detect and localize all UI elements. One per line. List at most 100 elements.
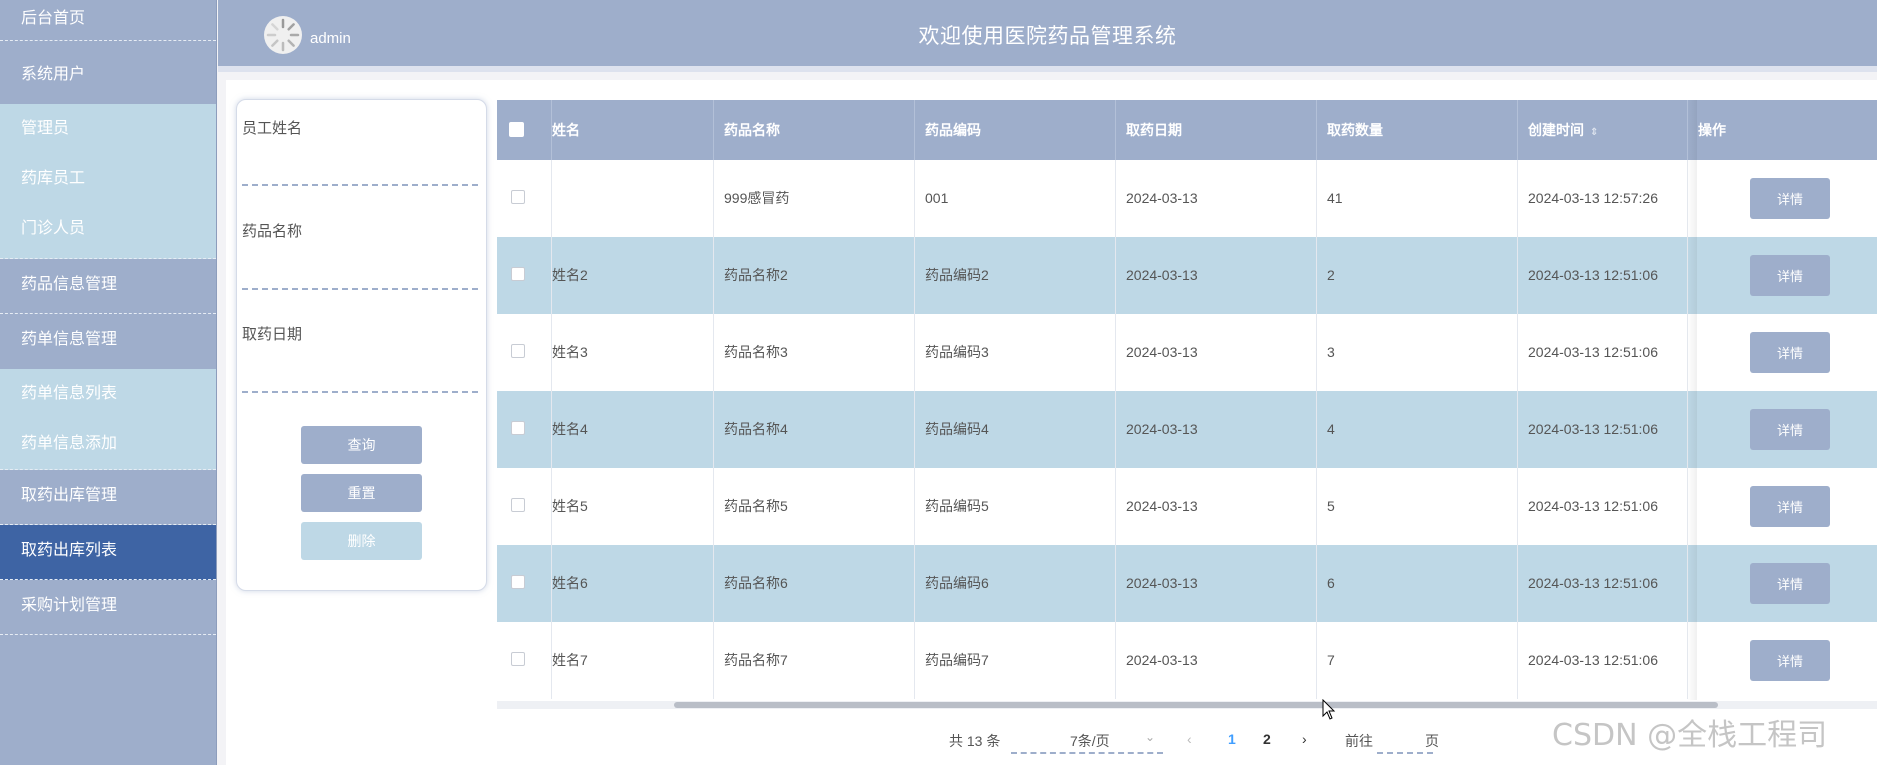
fixed-column-shadow (1687, 100, 1697, 700)
drug-name-input[interactable] (242, 256, 478, 286)
select-all-checkbox[interactable] (509, 122, 524, 137)
cell-date: 2024-03-13 (1116, 622, 1317, 699)
chevron-down-icon: ⌄ (1145, 730, 1156, 744)
detail-button[interactable]: 详情 (1750, 486, 1830, 527)
cell-drug-code: 001 (915, 160, 1116, 237)
table-row[interactable]: 姓名3 药品名称3 药品编码3 2024-03-13 3 2024-03-13 12:51… (497, 314, 1877, 391)
column-dispense-date[interactable]: 取药日期 (1116, 100, 1317, 160)
query-button[interactable]: 查询 (301, 426, 422, 464)
row-checkbox[interactable] (511, 575, 525, 589)
page-number-2[interactable]: 2 (1263, 731, 1271, 747)
cell-created: 2024-03-13 12:51:06 (1518, 468, 1688, 545)
table-row[interactable]: 999感冒药 001 2024-03-13 41 2024-03-13 12:57:26… (497, 160, 1877, 237)
sidebar-item-label: 系统用户 (21, 66, 86, 83)
detail-button[interactable]: 详情 (1750, 640, 1830, 681)
sidebar-subitem-clinic-staff[interactable]: 门诊人员 (0, 204, 216, 258)
sidebar-item-label: 采购计划管理 (21, 597, 118, 614)
horizontal-scrollbar-thumb[interactable] (674, 702, 1718, 708)
row-checkbox[interactable] (511, 190, 525, 204)
prev-page-icon[interactable]: ‹ (1187, 731, 1192, 747)
cell-created: 2024-03-13 12:57:26 (1518, 160, 1688, 237)
cell-date: 2024-03-13 (1116, 391, 1317, 468)
row-checkbox[interactable] (511, 652, 525, 666)
cell-drug-name: 药品名称5 (714, 468, 915, 545)
cell-created: 2024-03-13 12:51:06 (1518, 314, 1688, 391)
cell-created: 2024-03-13 12:51:06 (1518, 237, 1688, 314)
sidebar-item-label: 后台首页 (21, 10, 86, 27)
employee-name-input[interactable] (242, 152, 478, 182)
page-suffix: 页 (1425, 733, 1439, 749)
cell-qty: 41 (1317, 160, 1518, 237)
dispense-date-input[interactable] (242, 359, 478, 389)
table-header: 姓名 药品名称 药品编码 取药日期 取药数量 创建时间 ⇕ 操作 (497, 100, 1877, 160)
cell-drug-code: 药品编码3 (915, 314, 1116, 391)
sidebar-subitem-admin[interactable]: 管理员 (0, 104, 216, 154)
sidebar-item-system-users[interactable]: 系统用户 (0, 41, 216, 104)
row-checkbox[interactable] (511, 498, 525, 512)
cell-qty: 5 (1317, 468, 1518, 545)
delete-button[interactable]: 删除 (301, 522, 422, 560)
sidebar-submenu-orders: 药单信息列表 药单信息添加 (0, 369, 216, 470)
cell-employee: 姓名7 (552, 622, 714, 699)
header-select-cell (497, 100, 552, 160)
row-select-cell (497, 468, 552, 545)
employee-name-label: 员工姓名 (242, 120, 303, 137)
page-number-1[interactable]: 1 (1228, 731, 1236, 747)
cell-date: 2024-03-13 (1116, 314, 1317, 391)
sidebar-item-drug-info[interactable]: 药品信息管理 (0, 259, 216, 314)
reset-button[interactable]: 重置 (301, 474, 422, 512)
sort-icon[interactable]: ⇕ (1590, 103, 1598, 163)
cell-created: 2024-03-13 12:51:06 (1518, 545, 1688, 622)
sidebar-item-purchase-plan[interactable]: 采购计划管理 (0, 580, 216, 635)
cell-employee (552, 160, 714, 237)
sidebar-item-dispense-manage[interactable]: 取药出库管理 (0, 470, 216, 525)
column-employee-name[interactable]: 姓名 (552, 100, 714, 160)
cell-drug-name: 药品名称4 (714, 391, 915, 468)
top-header: admin 欢迎使用医院药品管理系统 (218, 0, 1877, 72)
row-select-cell (497, 622, 552, 699)
table-row[interactable]: 姓名5 药品名称5 药品编码5 2024-03-13 5 2024-03-13 12:51… (497, 468, 1877, 545)
sidebar-item-order-info[interactable]: 药单信息管理 (0, 314, 216, 369)
sidebar-subitem-label: 药库员工 (21, 170, 86, 187)
cell-qty: 7 (1317, 622, 1518, 699)
row-checkbox[interactable] (511, 344, 525, 358)
sidebar: 后台首页 系统用户 管理员 药库员工 门诊人员 药品信息管理 药单信息管理 药单… (0, 0, 217, 765)
sidebar-item-dispense-list[interactable]: 取药出库列表 (0, 525, 216, 580)
table-row[interactable]: 姓名4 药品名称4 药品编码4 2024-03-13 4 2024-03-13 12:51… (497, 391, 1877, 468)
column-drug-name[interactable]: 药品名称 (714, 100, 915, 160)
cell-date: 2024-03-13 (1116, 545, 1317, 622)
sidebar-item-label: 药品信息管理 (21, 276, 118, 293)
drug-name-label: 药品名称 (242, 223, 303, 240)
table-row[interactable]: 姓名7 药品名称7 药品编码7 2024-03-13 7 2024-03-13 12:51… (497, 622, 1877, 699)
pagination-total: 共 13 条 (949, 733, 1001, 749)
detail-button[interactable]: 详情 (1750, 563, 1830, 604)
cell-qty: 6 (1317, 545, 1518, 622)
column-dispense-qty[interactable]: 取药数量 (1317, 100, 1518, 160)
dispense-date-label: 取药日期 (242, 326, 303, 343)
sidebar-subitem-order-add[interactable]: 药单信息添加 (0, 419, 216, 469)
row-checkbox[interactable] (511, 267, 525, 281)
search-panel: 员工姓名 药品名称 取药日期 查询 重置 删除 (236, 99, 487, 591)
sidebar-subitem-pharmacy-staff[interactable]: 药库员工 (0, 154, 216, 204)
row-select-cell (497, 160, 552, 237)
page-size-select[interactable]: 7条/页 ⌄ (1011, 726, 1163, 754)
detail-button[interactable]: 详情 (1750, 178, 1830, 219)
column-drug-code[interactable]: 药品编码 (915, 100, 1116, 160)
dispense-date-underline (242, 391, 478, 393)
sidebar-subitem-order-list[interactable]: 药单信息列表 (0, 369, 216, 419)
watermark: CSDN @全栈工程司 (1552, 718, 1828, 753)
cell-drug-code: 药品编码4 (915, 391, 1116, 468)
data-table: 姓名 药品名称 药品编码 取药日期 取药数量 创建时间 ⇕ 操作 999感冒药 00… (497, 100, 1877, 710)
sidebar-item-home[interactable]: 后台首页 (0, 0, 216, 41)
detail-button[interactable]: 详情 (1750, 332, 1830, 373)
table-row[interactable]: 姓名6 药品名称6 药品编码6 2024-03-13 6 2024-03-13 12:51… (497, 545, 1877, 622)
cell-employee: 姓名3 (552, 314, 714, 391)
detail-button[interactable]: 详情 (1750, 409, 1830, 450)
detail-button[interactable]: 详情 (1750, 255, 1830, 296)
column-created-time[interactable]: 创建时间 ⇕ (1518, 100, 1688, 160)
next-page-icon[interactable]: › (1302, 731, 1307, 747)
row-checkbox[interactable] (511, 421, 525, 435)
cell-created: 2024-03-13 12:51:06 (1518, 391, 1688, 468)
table-row[interactable]: 姓名2 药品名称2 药品编码2 2024-03-13 2 2024-03-13 12:51… (497, 237, 1877, 314)
column-created-time-label: 创建时间 (1528, 122, 1584, 138)
